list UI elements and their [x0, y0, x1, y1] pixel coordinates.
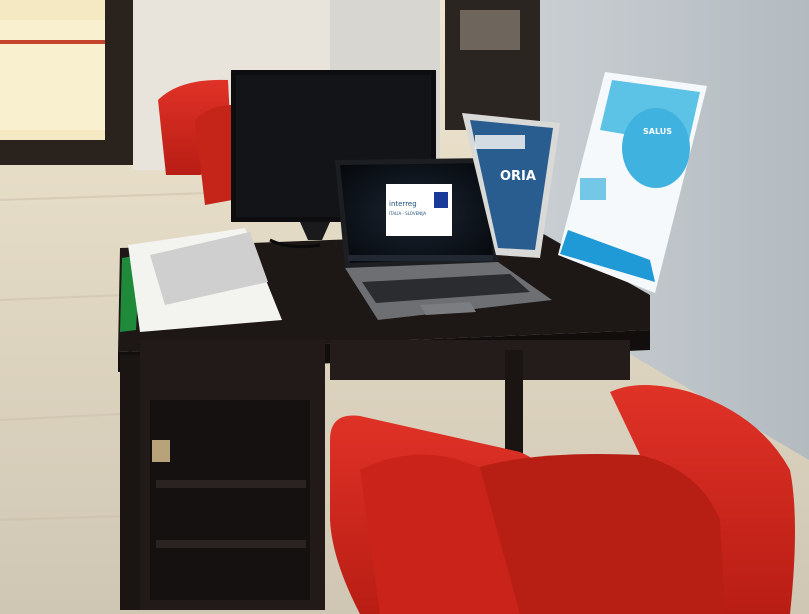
- right-poster-title: SALUS: [643, 127, 672, 136]
- right-poster-circle: [622, 108, 690, 188]
- eu-flag-icon: [434, 192, 448, 208]
- desk-right-leg: [505, 350, 523, 460]
- desk-shelf-1: [156, 480, 306, 488]
- glass-door: [0, 20, 110, 130]
- center-poster-band: [475, 135, 525, 149]
- laptop-logo-text: interreg: [389, 200, 417, 208]
- desk-shelf-2: [156, 540, 306, 548]
- right-poster-logo-block: [580, 178, 606, 200]
- door-threshold: [0, 140, 135, 165]
- laptop-logo-subtext: ITALIA - SLOVENIJA: [389, 211, 426, 216]
- cabinet-hinge: [152, 440, 170, 462]
- photo-scene: interreg ITALIA - SLOVENIJA ORIA SALUS: [0, 0, 809, 614]
- laptop-taskbar: [348, 255, 493, 261]
- desk-shelf-space: [150, 400, 310, 600]
- door-handle-bar: [0, 40, 110, 44]
- framed-picture: [460, 10, 520, 50]
- laptop-screen-logo-box: [386, 184, 452, 236]
- door-frame: [105, 0, 133, 162]
- center-poster-text: ORIA: [500, 169, 536, 184]
- photo-illustration: interreg ITALIA - SLOVENIJA ORIA SALUS: [0, 0, 809, 614]
- desk-drawer: [330, 340, 630, 380]
